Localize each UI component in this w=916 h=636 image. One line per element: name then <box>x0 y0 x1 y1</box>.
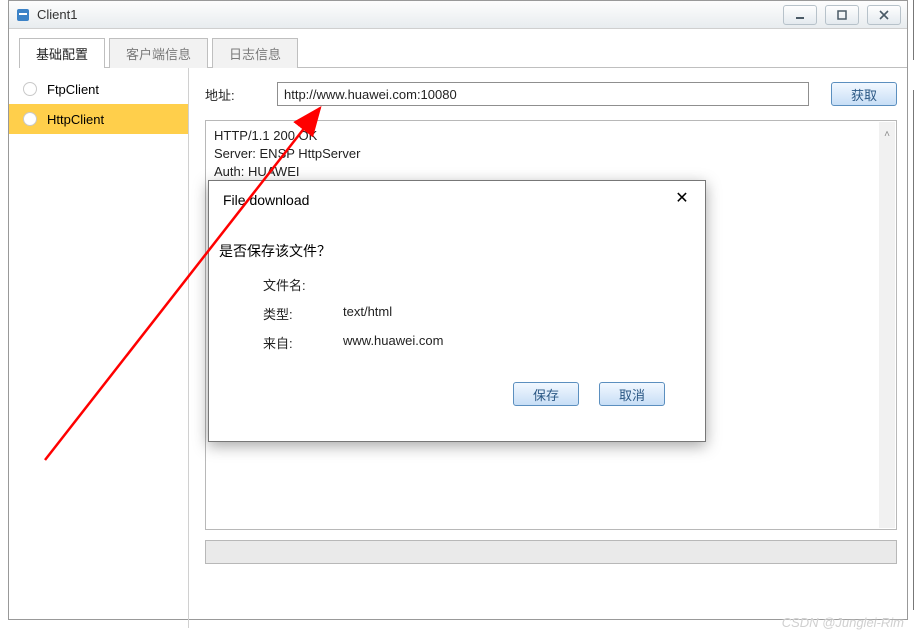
sidebar-item-label: HttpClient <box>47 112 104 127</box>
dialog-close-button[interactable]: ✕ <box>673 191 691 209</box>
tab-log-info[interactable]: 日志信息 <box>212 38 298 68</box>
close-button[interactable] <box>867 5 901 25</box>
tab-basic-config[interactable]: 基础配置 <box>19 38 105 68</box>
window-title: Client1 <box>37 1 783 29</box>
scroll-up-caret-icon[interactable]: ˄ <box>884 126 890 144</box>
response-line: Auth: HUAWEI <box>214 163 888 181</box>
from-label: 来自: <box>263 333 343 352</box>
radio-icon <box>23 112 37 126</box>
address-label: 地址: <box>205 85 255 104</box>
save-button[interactable]: 保存 <box>513 382 579 406</box>
response-line: Server: ENSP HttpServer <box>214 145 888 163</box>
tab-client-info[interactable]: 客户端信息 <box>109 38 208 68</box>
dialog-row-filename: 文件名: <box>263 275 689 294</box>
from-value: www.huawei.com <box>343 333 443 352</box>
dialog-row-type: 类型: text/html <box>263 304 689 323</box>
maximize-button[interactable] <box>825 5 859 25</box>
scrollbar[interactable]: ˄ <box>879 122 895 528</box>
response-line: HTTP/1.1 200 OK <box>214 127 888 145</box>
dialog-body: 是否保存该文件？ 文件名: 类型: text/html 来自: www.huaw… <box>209 219 705 406</box>
type-label: 类型: <box>263 304 343 323</box>
sidebar-item-label: FtpClient <box>47 82 99 97</box>
app-icon <box>15 7 31 23</box>
sidebar-item-httpclient[interactable]: HttpClient <box>9 104 188 134</box>
tab-bar: 基础配置 客户端信息 日志信息 <box>19 37 907 68</box>
progress-box <box>205 540 897 564</box>
window-buttons <box>783 5 901 25</box>
filename-label: 文件名: <box>263 275 343 294</box>
minimize-button[interactable] <box>783 5 817 25</box>
address-row: 地址: 获取 <box>205 82 897 106</box>
address-input[interactable] <box>277 82 809 106</box>
dialog-row-from: 来自: www.huawei.com <box>263 333 689 352</box>
radio-icon <box>23 82 37 96</box>
file-download-dialog: File download ✕ 是否保存该文件？ 文件名: 类型: text/h… <box>208 180 706 442</box>
titlebar: Client1 <box>9 1 907 29</box>
cancel-button[interactable]: 取消 <box>599 382 665 406</box>
dialog-titlebar: File download ✕ <box>209 181 705 219</box>
page-edge-decoration <box>906 0 916 636</box>
dialog-question: 是否保存该文件？ <box>219 241 689 261</box>
sidebar: FtpClient HttpClient <box>9 68 189 628</box>
sidebar-item-ftpclient[interactable]: FtpClient <box>9 74 188 104</box>
fetch-button[interactable]: 获取 <box>831 82 897 106</box>
type-value: text/html <box>343 304 392 323</box>
dialog-title: File download <box>223 192 309 208</box>
dialog-buttons: 保存 取消 <box>219 362 689 406</box>
